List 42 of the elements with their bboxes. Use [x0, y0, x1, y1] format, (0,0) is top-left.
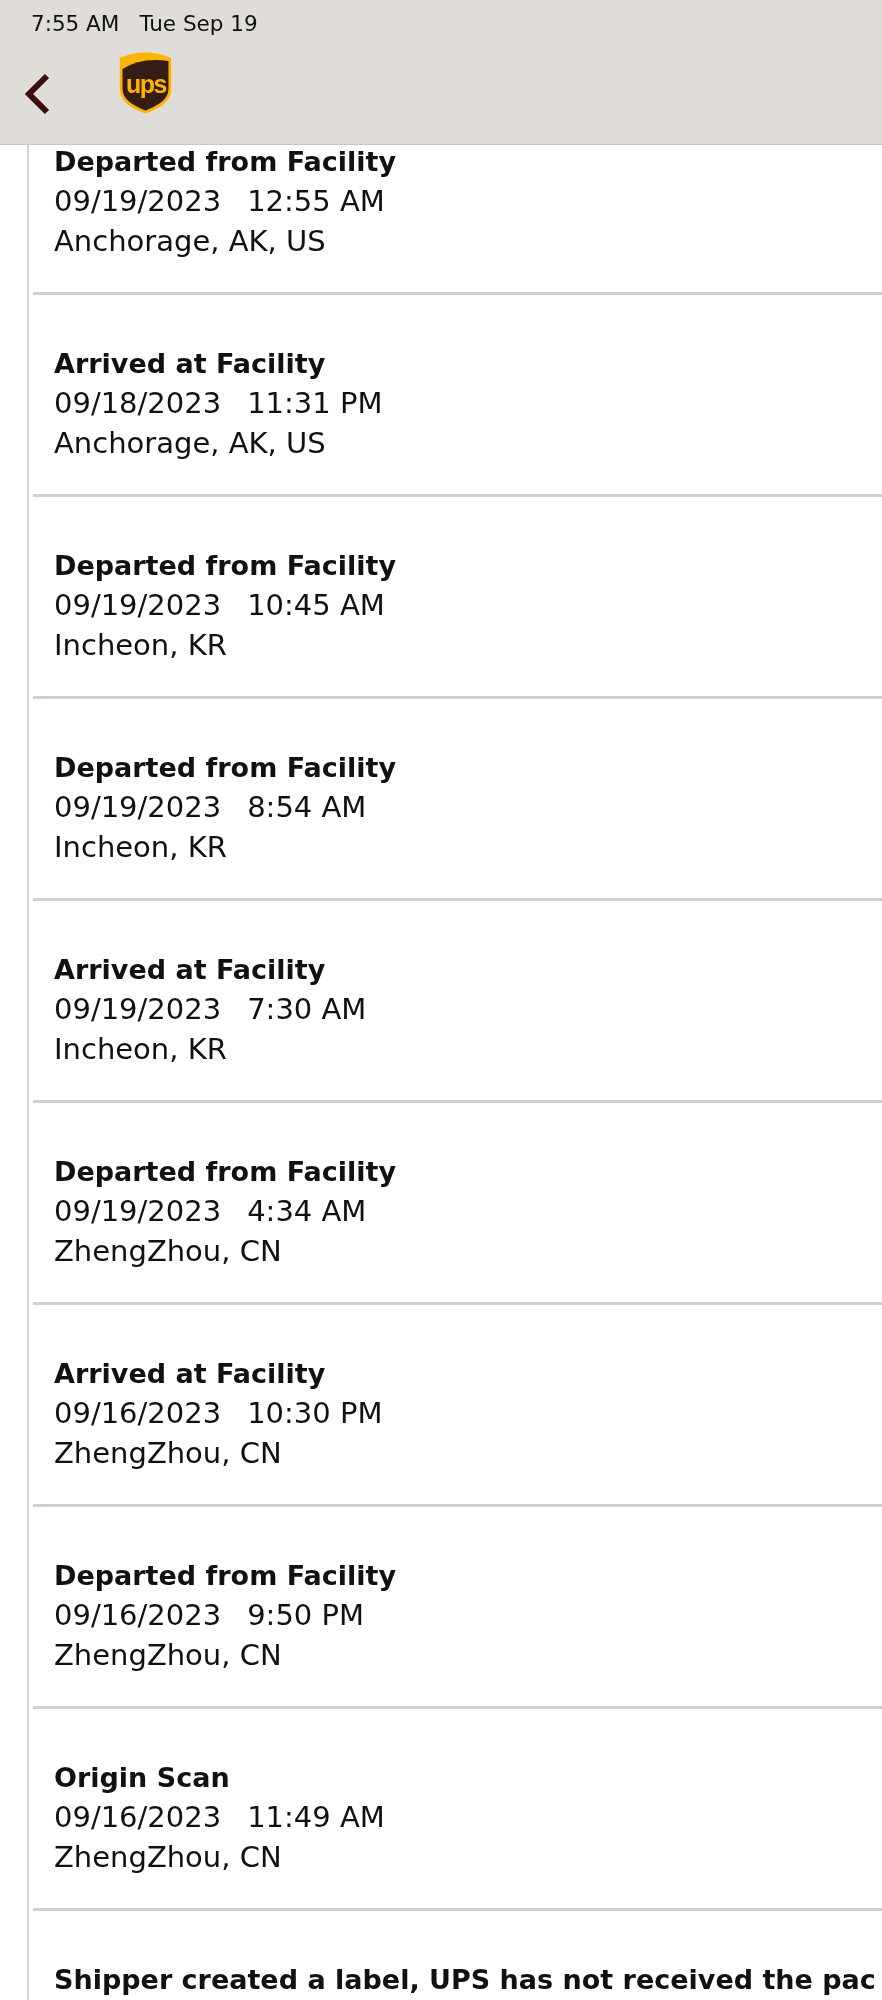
event-location: Incheon, KR [54, 627, 228, 664]
event-date: 09/16/2023 [54, 1799, 222, 1836]
event-time: 7:30 AM [247, 991, 367, 1028]
event-date: 09/16/2023 [54, 1597, 222, 1634]
status-time: 7:55 AM [31, 10, 120, 36]
chevron-left-icon [24, 73, 51, 115]
event-time: 11:31 PM [247, 385, 383, 422]
event-date: 09/16/2023 [54, 1395, 222, 1432]
event-location: ZhengZhou, CN [54, 1435, 283, 1472]
back-button[interactable] [24, 73, 51, 115]
event-status: Arrived at Facility [54, 1357, 327, 1391]
event-date: 09/19/2023 [54, 587, 222, 624]
event-date: 09/19/2023 [54, 183, 222, 220]
event-time: 11:49 AM [247, 1799, 385, 1836]
event-time: 12:55 AM [247, 183, 385, 220]
event-status: Departed from Facility [54, 1559, 398, 1593]
event-time: 8:54 AM [247, 789, 367, 826]
event-time: 10:45 AM [247, 587, 385, 624]
event-status: Shipper created a label, UPS has not received the pac [54, 1963, 877, 1997]
event-status: Departed from Facility [54, 1155, 398, 1189]
event-status: Departed from Facility [54, 751, 398, 785]
event-status: Origin Scan [54, 1761, 231, 1795]
event-location: Anchorage, AK, US [54, 425, 327, 462]
event-time: 9:50 PM [247, 1597, 364, 1634]
shield-logo: ups [119, 52, 172, 114]
event-status: Arrived at Facility [54, 347, 327, 381]
event-time: 10:30 PM [247, 1395, 383, 1432]
event-location: ZhengZhou, CN [54, 1233, 283, 1270]
status-date: Tue Sep 19 [139, 10, 258, 36]
event-time: 4:34 AM [247, 1193, 367, 1230]
event-date: 09/18/2023 [54, 385, 222, 422]
event-location: Anchorage, AK, US [54, 223, 327, 260]
event-date: 09/19/2023 [54, 991, 222, 1028]
event-status: Departed from Facility [54, 145, 398, 179]
event-status: Arrived at Facility [54, 953, 327, 987]
event-date: 09/19/2023 [54, 1193, 222, 1230]
event-date: 09/19/2023 [54, 789, 222, 826]
event-location: ZhengZhou, CN [54, 1839, 283, 1876]
event-location: Incheon, KR [54, 829, 228, 866]
event-status: Departed from Facility [54, 549, 398, 583]
event-location: Incheon, KR [54, 1031, 228, 1068]
event-location: ZhengZhou, CN [54, 1637, 283, 1674]
